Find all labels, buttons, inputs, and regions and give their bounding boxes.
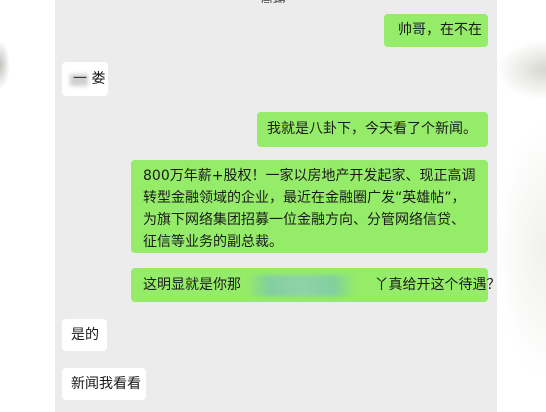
message-bubble-outgoing[interactable]: 800万年薪+股权！一家以房地产开发起家、现正高调转型金融领域的企业，最近在金融… [131, 160, 488, 253]
redaction-blur [70, 74, 88, 86]
redaction-blur [247, 275, 355, 297]
message-text: 帅哥，在不在 [398, 22, 482, 38]
message-text: 是的 [71, 327, 99, 343]
message-text: 我就是八卦下，今天看了个新闻。 [267, 121, 477, 137]
avatar-blur-right [496, 40, 546, 100]
avatar-blur-right-lower [496, 120, 546, 380]
message-text: 新闻我看看 [71, 376, 141, 392]
message-bubble-outgoing[interactable]: 我就是八卦下，今天看了个新闻。 [257, 112, 488, 147]
message-bubble-incoming[interactable]: 是的 [62, 319, 107, 351]
avatar-blur-left [0, 40, 10, 90]
message-bubble-outgoing[interactable]: 帅哥，在不在 [384, 14, 488, 47]
chat-title: 周报 [243, 0, 303, 3]
message-text: 800万年薪+股权！一家以房地产开发起家、现正高调转型金融领域的企业，最近在金融… [143, 168, 476, 250]
message-bubble-incoming[interactable]: 新闻我看看 [62, 368, 146, 400]
